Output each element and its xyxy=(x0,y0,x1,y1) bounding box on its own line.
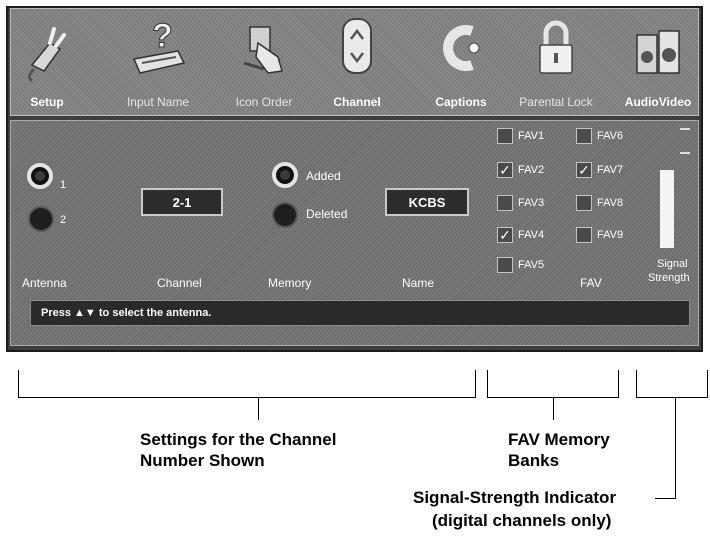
fav7-checkbox[interactable]: ✓ xyxy=(576,162,592,178)
fav6-checkbox[interactable] xyxy=(576,128,592,144)
fav2-label: FAV2 xyxy=(518,164,545,176)
name-column-label: Name xyxy=(402,276,435,290)
up-down-arrow-icon xyxy=(342,18,372,74)
signal-bracket xyxy=(636,370,708,398)
menu-item-setup[interactable]: Setup xyxy=(21,13,73,109)
plug-icon xyxy=(27,27,66,83)
signal-bracket-pointer xyxy=(675,398,676,499)
fav-bracket-pointer xyxy=(553,398,554,420)
svg-text:?: ? xyxy=(152,17,173,55)
menu-item-parental-lock[interactable]: Parental Lock xyxy=(519,13,593,109)
status-message-bar: Press ▲▼ to select the antenna. xyxy=(30,300,690,326)
antenna-2-radio[interactable] xyxy=(28,206,54,232)
fav1-checkbox[interactable] xyxy=(497,128,513,144)
menu-label: Parental Lock xyxy=(519,95,593,109)
question-keyboard-icon: ? xyxy=(132,17,186,74)
fav-bracket xyxy=(487,370,619,398)
main-menu-bar: Setup ? Input Name Icon Order Channel Ca… xyxy=(10,8,699,116)
fav7-label: FAV7 xyxy=(597,164,624,176)
fav3-checkbox[interactable] xyxy=(497,195,513,211)
status-suffix: to select the antenna. xyxy=(98,307,212,319)
fav4-label: FAV4 xyxy=(518,229,545,241)
memory-column-label: Memory xyxy=(268,276,312,290)
fav-callout-line1: FAV Memory xyxy=(508,430,610,449)
memory-deleted-radio[interactable] xyxy=(272,202,298,228)
menu-label: Channel xyxy=(333,95,381,109)
fav9-label: FAV9 xyxy=(597,229,624,241)
signal-meter-tick xyxy=(680,128,690,130)
settings-bracket xyxy=(18,370,476,398)
menu-label: Captions xyxy=(435,95,487,109)
hand-cursor-icon xyxy=(243,26,283,74)
signal-callout-line1: Signal-Strength Indicator xyxy=(413,488,617,507)
fav8-checkbox[interactable] xyxy=(576,195,592,211)
fav-callout: FAV Memory Banks xyxy=(508,429,610,471)
signal-meter-tick xyxy=(680,152,690,154)
fav2-checkbox[interactable]: ✓ xyxy=(497,162,513,178)
fav5-label: FAV5 xyxy=(518,259,545,271)
signal-strength-meter xyxy=(660,170,674,248)
antenna-2-label: 2 xyxy=(60,214,67,226)
fav9-checkbox[interactable] xyxy=(576,227,592,243)
speakers-icon xyxy=(636,30,680,74)
menu-label: Input Name xyxy=(126,95,190,109)
menu-item-input-name[interactable]: ? Input Name xyxy=(123,13,193,110)
fav-callout-line2: Banks xyxy=(508,451,560,470)
fav6-label: FAV6 xyxy=(597,130,624,142)
menu-label: Setup xyxy=(30,95,64,109)
channel-name-field[interactable]: KCBS xyxy=(385,188,469,216)
menu-label: Icon Order xyxy=(235,95,293,109)
memory-deleted-label: Deleted xyxy=(306,207,348,221)
signal-pointer-elbow xyxy=(655,498,676,499)
status-prefix: Press xyxy=(41,307,71,319)
channel-column-label: Channel xyxy=(157,276,202,290)
menu-item-channel[interactable]: Channel xyxy=(327,13,387,109)
channel-number-field[interactable]: 2-1 xyxy=(141,188,223,216)
strength-column-label: Strength xyxy=(648,272,690,284)
signal-column-label: Signal xyxy=(657,258,688,270)
fav5-checkbox[interactable] xyxy=(497,257,513,273)
antenna-column-label: Antenna xyxy=(22,276,67,290)
memory-added-radio[interactable] xyxy=(272,162,298,188)
signal-callout-line2: (digital channels only) xyxy=(432,511,612,530)
settings-callout-line1: Settings for the Channel xyxy=(140,430,337,449)
settings-bracket-pointer xyxy=(258,398,259,420)
fav1-label: FAV1 xyxy=(518,130,545,142)
antenna-1-radio[interactable] xyxy=(27,163,53,189)
menu-item-audiovideo[interactable]: AudioVideo xyxy=(625,13,691,109)
captions-c-icon xyxy=(443,25,480,71)
up-down-arrows-icon: ▲▼ xyxy=(74,307,96,319)
fav-column-label: FAV xyxy=(580,276,602,290)
fav3-label: FAV3 xyxy=(518,197,545,209)
memory-added-label: Added xyxy=(306,169,341,183)
fav4-checkbox[interactable]: ✓ xyxy=(497,227,513,243)
padlock-icon xyxy=(539,20,573,74)
menu-label: AudioVideo xyxy=(624,95,692,109)
settings-callout: Settings for the Channel Number Shown xyxy=(140,429,336,471)
menu-item-captions[interactable]: Captions xyxy=(431,13,491,109)
menu-item-icon-order[interactable]: Icon Order xyxy=(229,13,299,109)
antenna-1-label: 1 xyxy=(60,179,67,191)
settings-callout-line2: Number Shown xyxy=(140,451,265,470)
fav8-label: FAV8 xyxy=(597,197,624,209)
